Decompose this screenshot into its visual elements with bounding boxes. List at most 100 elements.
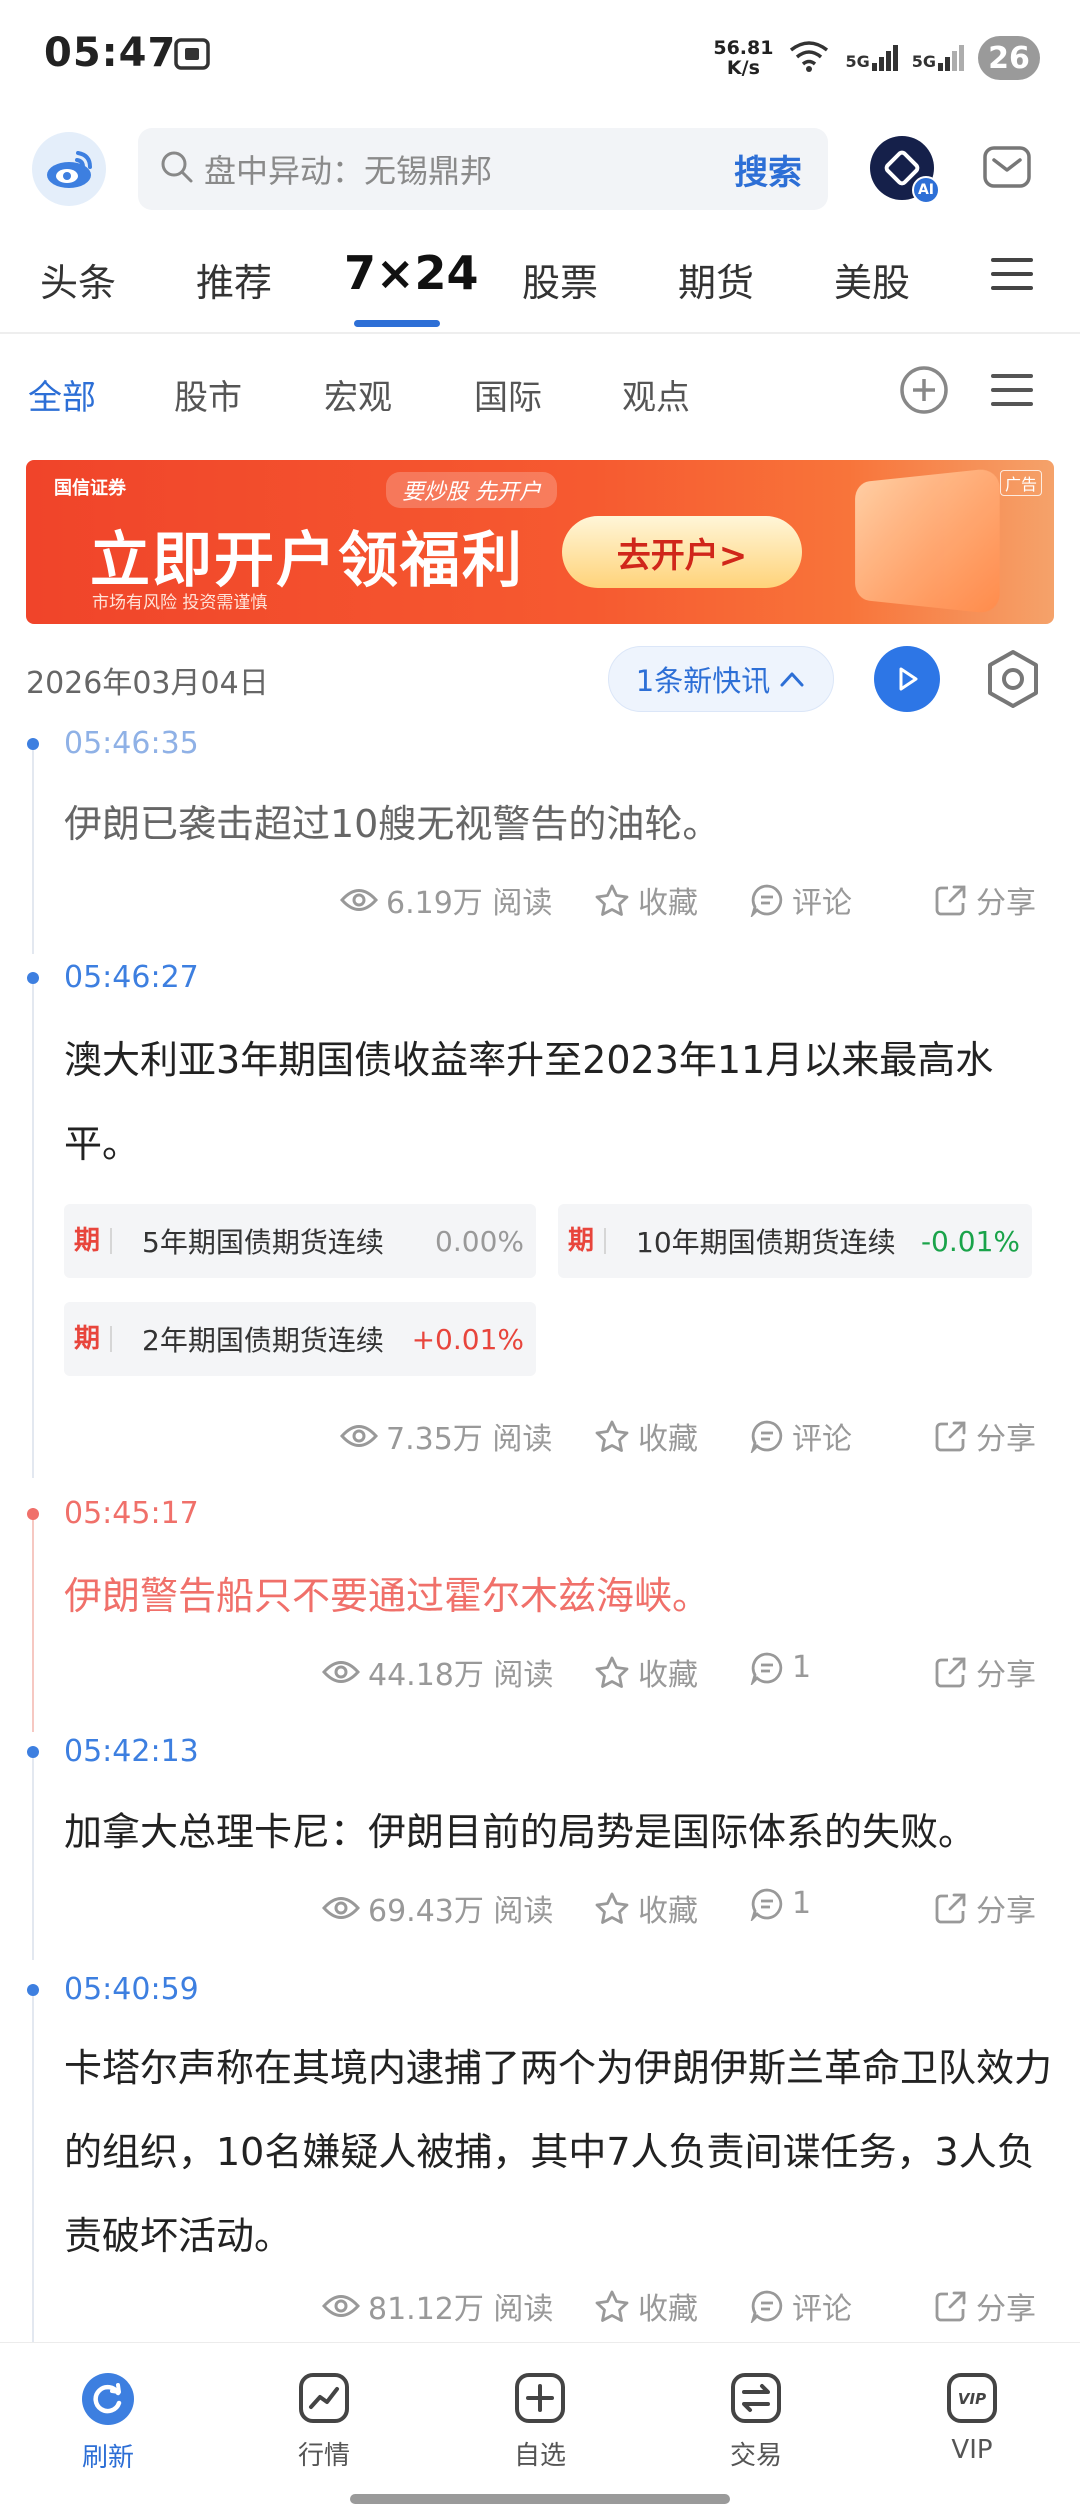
quote-chip[interactable]: 期 5年期国债期货连续 0.00% bbox=[64, 1204, 536, 1278]
comment-button[interactable]: 评论 bbox=[750, 878, 852, 922]
comment-button[interactable]: 1 bbox=[750, 1650, 811, 1685]
favorite-button[interactable]: 收藏 bbox=[594, 1414, 698, 1458]
read-count-label: 69.43万 阅读 bbox=[368, 1894, 554, 1929]
news-text[interactable]: 加拿大总理卡尼：伊朗目前的局势是国际体系的失败。 bbox=[64, 1790, 1054, 1874]
star-icon bbox=[595, 884, 629, 916]
quote-chip[interactable]: 期 2年期国债期货连续 +0.01% bbox=[64, 1302, 536, 1376]
search-icon bbox=[160, 150, 194, 188]
favorite-button[interactable]: 收藏 bbox=[594, 2284, 698, 2328]
home-indicator[interactable] bbox=[350, 2494, 730, 2504]
nav-trade-label: 交易 bbox=[729, 2441, 782, 2471]
tab-7x24[interactable]: 7×24 bbox=[344, 246, 479, 300]
timeline-line bbox=[32, 1508, 34, 1732]
signal-2-label: 5G bbox=[911, 52, 936, 71]
timeline-dot bbox=[27, 1746, 39, 1758]
chip-name: 2年期国债期货连续 bbox=[142, 1324, 384, 1357]
news-time: 05:40:59 bbox=[64, 1972, 199, 2007]
tab-futures[interactable]: 期货 bbox=[678, 252, 754, 307]
ai-assistant-button[interactable]: AI bbox=[870, 136, 940, 204]
banner-disclaimer: 市场有风险 投资需谨慎 bbox=[92, 593, 268, 613]
share-icon bbox=[935, 1893, 966, 1924]
share-button[interactable]: 分享 bbox=[934, 1650, 1036, 1694]
chip-value: 0.00% bbox=[435, 1224, 524, 1258]
tab-recommended[interactable]: 推荐 bbox=[196, 252, 272, 307]
read-count: 81.12万 阅读 bbox=[322, 2284, 553, 2328]
share-button[interactable]: 分享 bbox=[934, 1886, 1036, 1930]
settings-icon[interactable] bbox=[980, 646, 1046, 716]
chip-tag: 期 bbox=[64, 1228, 113, 1254]
favorite-button[interactable]: 收藏 bbox=[594, 878, 698, 922]
chip-tag: 期 bbox=[64, 1326, 113, 1352]
new-flash-button[interactable]: 1条新快讯 bbox=[608, 646, 834, 712]
comment-label: 评论 bbox=[792, 1422, 852, 1457]
quote-chip[interactable]: 期 10年期国债期货连续 -0.01% bbox=[558, 1204, 1032, 1278]
nav-market[interactable]: 行情 bbox=[264, 2371, 384, 2472]
nav-vip[interactable]: VIP VIP bbox=[912, 2371, 1032, 2465]
nav-watchlist-label: 自选 bbox=[513, 2441, 566, 2471]
subtab-all[interactable]: 全部 bbox=[28, 370, 96, 419]
comment-icon bbox=[750, 1420, 783, 1453]
comment-label: 评论 bbox=[792, 2292, 852, 2327]
comment-button[interactable]: 评论 bbox=[750, 2284, 852, 2328]
subtab-macro[interactable]: 宏观 bbox=[324, 370, 392, 419]
banner-brand: 国信证券 bbox=[54, 478, 126, 499]
news-text[interactable]: 伊朗警告船只不要通过霍尔木兹海峡。 bbox=[64, 1554, 1054, 1638]
open-account-button[interactable]: 去开户> bbox=[562, 516, 802, 588]
star-icon bbox=[595, 1656, 629, 1688]
share-button[interactable]: 分享 bbox=[934, 2284, 1036, 2328]
net-speed-unit: K/s bbox=[726, 57, 760, 79]
subtab-menu-icon[interactable] bbox=[990, 370, 1034, 414]
play-audio-button[interactable] bbox=[874, 646, 940, 712]
nav-refresh[interactable]: 刷新 bbox=[48, 2371, 168, 2474]
comment-icon bbox=[750, 1652, 783, 1685]
timeline-line bbox=[32, 1748, 34, 1960]
read-count-label: 6.19万 阅读 bbox=[386, 886, 553, 921]
chip-tag: 期 bbox=[558, 1228, 607, 1254]
read-count: 69.43万 阅读 bbox=[322, 1886, 553, 1930]
tab-stocks[interactable]: 股票 bbox=[522, 252, 598, 307]
status-indicators: 56.81 K/s 5G 5G 26 bbox=[713, 36, 1040, 80]
news-time: 05:46:27 bbox=[64, 960, 199, 995]
ad-tag: 广告 bbox=[999, 470, 1042, 496]
news-text[interactable]: 卡塔尔声称在其境内逮捕了两个为伊朗伊斯兰革命卫队效力的组织，10名嫌疑人被捕，其… bbox=[64, 2026, 1054, 2278]
share-button[interactable]: 分享 bbox=[934, 878, 1036, 922]
nav-watchlist[interactable]: 自选 bbox=[480, 2371, 600, 2472]
ai-badge: AI bbox=[912, 176, 940, 204]
timeline-dot bbox=[27, 972, 39, 984]
subtab-stock-market[interactable]: 股市 bbox=[174, 370, 242, 419]
ad-banner[interactable]: 国信证券 要炒股 先开户 立即开户领福利 市场有风险 投资需谨慎 去开户> 广告 bbox=[26, 460, 1054, 624]
comment-label: 评论 bbox=[792, 886, 852, 921]
screenshot-indicator-icon bbox=[172, 34, 212, 78]
signal-strength-1: 5G bbox=[845, 45, 898, 71]
feed-date: 2026年03月04日 bbox=[26, 666, 269, 701]
nav-refresh-label: 刷新 bbox=[81, 2443, 134, 2473]
share-label: 分享 bbox=[976, 1894, 1036, 1929]
nav-trade[interactable]: 交易 bbox=[696, 2371, 816, 2472]
app-logo-icon[interactable] bbox=[32, 132, 106, 206]
news-text[interactable]: 澳大利亚3年期国债收益率升至2023年11月以来最高水平。 bbox=[64, 1018, 1054, 1186]
star-icon bbox=[595, 2290, 629, 2322]
subtab-international[interactable]: 国际 bbox=[474, 370, 542, 419]
comment-button[interactable]: 评论 bbox=[750, 1414, 852, 1458]
tab-headlines[interactable]: 头条 bbox=[40, 252, 116, 307]
favorite-button[interactable]: 收藏 bbox=[594, 1650, 698, 1694]
add-channel-icon[interactable] bbox=[898, 364, 950, 420]
mail-icon[interactable] bbox=[982, 144, 1032, 194]
tab-us-stocks[interactable]: 美股 bbox=[834, 252, 910, 307]
search-button[interactable]: 搜索 bbox=[734, 145, 802, 194]
favorite-button[interactable]: 收藏 bbox=[594, 1886, 698, 1930]
share-icon bbox=[935, 885, 966, 916]
subtab-opinion[interactable]: 观点 bbox=[622, 370, 690, 419]
banner-headline: 立即开户领福利 bbox=[90, 526, 524, 596]
search-input[interactable]: 盘中异动：无锡鼎邦 bbox=[204, 146, 734, 192]
share-button[interactable]: 分享 bbox=[934, 1414, 1036, 1458]
share-icon bbox=[935, 2291, 966, 2322]
tabs-menu-icon[interactable] bbox=[990, 254, 1034, 298]
comment-icon bbox=[750, 1888, 783, 1921]
read-count: 6.19万 阅读 bbox=[340, 878, 552, 922]
search-bar[interactable]: 盘中异动：无锡鼎邦 搜索 bbox=[138, 128, 828, 210]
comment-count: 1 bbox=[792, 1650, 812, 1685]
refresh-icon bbox=[82, 2373, 134, 2425]
news-text[interactable]: 伊朗已袭击超过10艘无视警告的油轮。 bbox=[64, 782, 1054, 866]
comment-button[interactable]: 1 bbox=[750, 1886, 811, 1921]
